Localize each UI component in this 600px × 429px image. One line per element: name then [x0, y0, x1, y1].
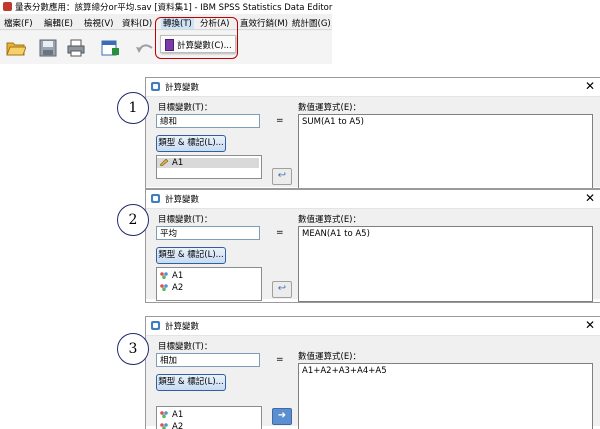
variable-list[interactable]: A1	[156, 155, 262, 179]
scale-variable-icon	[160, 284, 168, 291]
step-number-circle: 2	[117, 204, 149, 236]
compute-variable-menu-item[interactable]: 計算變數(C)...	[177, 39, 232, 51]
variable-item[interactable]: A1	[160, 271, 183, 281]
dialog-title: 計算變數	[165, 83, 200, 93]
dialog-body: 目標變數(T)： 平均 = 類型 & 標記(L)... A1 A2 ↩ 數值運算…	[146, 209, 600, 302]
arrow-right-icon: ➜	[277, 410, 287, 421]
move-arrow-button[interactable]: ↩	[272, 281, 292, 298]
spss-data-editor-window: 量表分數應用：該算總分or平均.sav [資料集1] - IBM SPSS St…	[0, 0, 332, 64]
menu-file[interactable]: 檔案(F)	[4, 17, 33, 29]
transform-dropdown: 計算變數(C)...	[160, 35, 236, 53]
equals-sign: =	[276, 116, 284, 126]
scale-variable-icon	[160, 272, 168, 279]
arrow-left-icon: ↩	[277, 170, 287, 181]
menu-direct-marketing[interactable]: 直效行銷(M)	[240, 17, 288, 29]
dialog-app-icon	[151, 194, 160, 203]
open-folder-icon[interactable]	[6, 38, 26, 58]
dialog-app-icon	[151, 321, 160, 330]
scale-variable-icon	[160, 423, 168, 429]
equals-sign: =	[276, 228, 284, 238]
type-and-label-button[interactable]: 類型 & 標記(L)...	[156, 247, 226, 264]
dialog-title: 計算變數	[165, 322, 200, 332]
dialog-app-icon	[151, 82, 160, 91]
target-variable-label: 目標變數(T)：	[158, 103, 213, 113]
numeric-expression-label: 數值運算式(E)：	[298, 215, 362, 225]
target-variable-input[interactable]: 平均	[156, 226, 260, 240]
equals-sign: =	[276, 355, 284, 365]
calculator-icon	[165, 39, 174, 51]
variable-name: A1	[172, 158, 184, 168]
target-variable-label: 目標變數(T)：	[158, 215, 213, 225]
variable-name: A1	[172, 410, 184, 420]
dialog-body: 目標變數(T)： 相加 = 類型 & 標記(L)... A1 A2 ➜ 數值運算…	[146, 336, 600, 429]
spss-title-bar: 量表分數應用：該算總分or平均.sav [資料集1] - IBM SPSS St…	[0, 0, 332, 14]
compute-variable-dialog-3: 計算變數 ✕ 目標變數(T)： 相加 = 類型 & 標記(L)... A1 A2…	[145, 316, 600, 429]
spss-window-title: 量表分數應用：該算總分or平均.sav [資料集1] - IBM SPSS St…	[15, 3, 333, 13]
step-number-circle: 3	[117, 333, 149, 365]
variable-list[interactable]: A1 A2	[156, 267, 262, 301]
save-icon[interactable]	[38, 38, 58, 58]
numeric-expression-input[interactable]: MEAN(A1 to A5)	[298, 226, 593, 302]
dialog-title: 計算變數	[165, 195, 200, 205]
type-and-label-button[interactable]: 類型 & 標記(L)...	[156, 135, 226, 152]
move-arrow-button[interactable]: ➜	[272, 408, 292, 425]
target-variable-label: 目標變數(T)：	[158, 342, 213, 352]
compute-variable-dialog-1: 計算變數 ✕ 目標變數(T)： 總和 = 類型 & 標記(L)... A1 ↩ …	[145, 77, 600, 189]
undo-icon[interactable]	[134, 38, 154, 58]
numeric-expression-input[interactable]: A1+A2+A3+A4+A5	[298, 363, 593, 429]
scale-variable-icon	[160, 411, 168, 418]
print-icon[interactable]	[66, 38, 86, 58]
move-arrow-button[interactable]: ↩	[272, 168, 292, 185]
numeric-expression-label: 數值運算式(E)：	[298, 103, 362, 113]
variable-name: A2	[172, 283, 184, 293]
ruler-icon	[160, 159, 168, 166]
dialog-title-bar: 計算變數 ✕	[146, 78, 600, 97]
compute-variable-dialog-2: 計算變數 ✕ 目標變數(T)： 平均 = 類型 & 標記(L)... A1 A2…	[145, 189, 600, 303]
close-icon[interactable]: ✕	[585, 191, 595, 205]
menu-edit[interactable]: 編輯(E)	[44, 17, 73, 29]
target-variable-input[interactable]: 總和	[156, 114, 260, 128]
numeric-expression-input[interactable]: SUM(A1 to A5)	[298, 114, 593, 188]
arrow-left-icon: ↩	[277, 283, 287, 294]
variable-item[interactable]: A2	[160, 283, 183, 293]
menu-graphs[interactable]: 統計圖(G)	[292, 17, 331, 29]
close-icon[interactable]: ✕	[585, 318, 595, 332]
target-variable-input[interactable]: 相加	[156, 353, 260, 367]
step-number-circle: 1	[117, 92, 149, 124]
dialog-title-bar: 計算變數 ✕	[146, 190, 600, 209]
numeric-expression-label: 數值運算式(E)：	[298, 352, 362, 362]
dialog-title-bar: 計算變數 ✕	[146, 317, 600, 336]
menu-data[interactable]: 資料(D)	[122, 17, 152, 29]
type-and-label-button[interactable]: 類型 & 標記(L)...	[156, 374, 226, 391]
variable-item[interactable]: A1	[157, 158, 259, 168]
variable-list[interactable]: A1 A2	[156, 406, 262, 429]
variable-name: A1	[172, 271, 184, 281]
menu-view[interactable]: 檢視(V)	[84, 17, 113, 29]
spss-app-icon	[3, 2, 12, 11]
recall-dialog-icon[interactable]	[100, 38, 120, 58]
dialog-body: 目標變數(T)： 總和 = 類型 & 標記(L)... A1 ↩ 數值運算式(E…	[146, 97, 600, 188]
variable-item[interactable]: A1	[160, 410, 183, 420]
close-icon[interactable]: ✕	[585, 79, 595, 93]
